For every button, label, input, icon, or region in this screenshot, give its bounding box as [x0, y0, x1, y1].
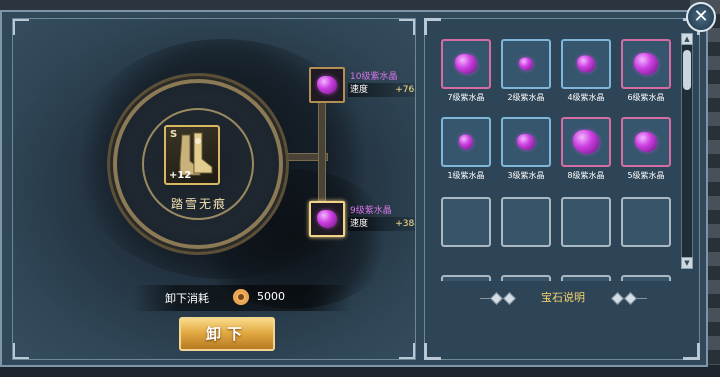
- gem-grid-item-label: 1级紫水晶: [447, 171, 485, 180]
- gem-grid-clipped-row: [439, 271, 679, 281]
- amethyst-gem-icon: [459, 134, 473, 150]
- gem-grid-item-label: 6级紫水晶: [627, 93, 665, 102]
- amethyst-gem-icon: [517, 134, 535, 150]
- gem-explain-label: 宝石说明: [541, 291, 585, 304]
- gem-grid-item[interactable]: [561, 39, 611, 89]
- scroll-thumb[interactable]: [683, 50, 691, 90]
- gem-grid-item-label: 4级紫水晶: [567, 93, 605, 102]
- diamond-ornament-icon: [489, 291, 503, 305]
- gem-grid-item[interactable]: [621, 39, 671, 89]
- amethyst-gem-icon: [573, 130, 599, 154]
- amethyst-gem-icon: [519, 57, 533, 71]
- unload-button[interactable]: 卸下: [179, 317, 275, 351]
- gem-grid-item[interactable]: [501, 39, 551, 89]
- unload-cost-value: 5000: [257, 290, 285, 303]
- coin-icon: [233, 289, 249, 305]
- gem-grid-item[interactable]: [621, 117, 671, 167]
- gem-socket-1-info: 10级紫水晶 速度 +768: [348, 71, 415, 97]
- unload-cost-row: 卸下消耗 5000: [133, 285, 353, 311]
- unload-cost-label: 卸下消耗: [165, 292, 209, 305]
- amethyst-gem-icon: [317, 76, 337, 94]
- diamond-ornament-icon: [610, 291, 624, 305]
- scroll-up-icon[interactable]: ▲: [681, 33, 693, 45]
- gem-grid-scrollbar[interactable]: ▲ ▼: [681, 33, 693, 269]
- gem-socket-2[interactable]: [309, 201, 345, 237]
- equipment-name: 踏雪无痕: [170, 197, 227, 211]
- amethyst-gem-icon: [634, 53, 658, 75]
- gem-socket-1[interactable]: [309, 67, 345, 103]
- amethyst-gem-icon: [577, 55, 595, 73]
- equipment-enhance-level: +12: [169, 170, 192, 181]
- gem-name: 10级紫水晶: [350, 72, 398, 82]
- gem-grid-empty-slot[interactable]: [501, 197, 551, 247]
- amethyst-gem-icon: [455, 54, 477, 74]
- equipment-section: S +12 踏雪无痕 10级紫水晶 速度 +768: [12, 18, 416, 360]
- gem-grid-item-label: 5级紫水晶: [627, 171, 665, 180]
- close-icon: ✕: [693, 6, 709, 27]
- gem-grid-empty-slot[interactable]: [621, 197, 671, 247]
- gem-unload-panel: S +12 踏雪无痕 10级紫水晶 速度 +768: [0, 10, 708, 367]
- gem-grid-item[interactable]: [441, 39, 491, 89]
- gem-stat-value: +768: [395, 85, 415, 95]
- scroll-down-icon[interactable]: ▼: [681, 257, 693, 269]
- close-button[interactable]: ✕: [686, 2, 716, 32]
- gem-grid-item-label: 3级紫水晶: [507, 171, 545, 180]
- equipment-ring: S +12 踏雪无痕: [113, 79, 283, 249]
- gem-grid-empty-slot[interactable]: [441, 197, 491, 247]
- gem-grid-item-label: 7级紫水晶: [447, 93, 485, 102]
- gem-stat: 速度: [350, 85, 369, 95]
- gem-stat: 速度: [350, 219, 369, 229]
- gem-grid-item-label: 8级紫水晶: [567, 171, 605, 180]
- amethyst-gem-icon: [317, 210, 337, 228]
- gem-explain-link[interactable]: 宝石说明: [425, 289, 701, 305]
- gem-grid-item-label: 2级紫水晶: [507, 93, 545, 102]
- gem-name: 9级紫水晶: [350, 206, 392, 216]
- gem-inventory-section: 7级紫水晶 2级紫水晶 4级紫水晶 6级紫水晶 1级紫水晶 3级紫水晶 8级紫水晶 5级紫水晶…: [424, 18, 700, 360]
- gem-grid-item[interactable]: [441, 117, 491, 167]
- gem-stat-value: +384: [395, 219, 415, 229]
- equipment-slot[interactable]: S +12: [164, 125, 220, 185]
- gem-grid-item[interactable]: [561, 117, 611, 167]
- gem-grid-item[interactable]: [501, 117, 551, 167]
- gem-socket-2-info: 9级紫水晶 速度 +384: [348, 205, 415, 231]
- amethyst-gem-icon: [635, 132, 657, 152]
- gem-grid-empty-slot[interactable]: [561, 197, 611, 247]
